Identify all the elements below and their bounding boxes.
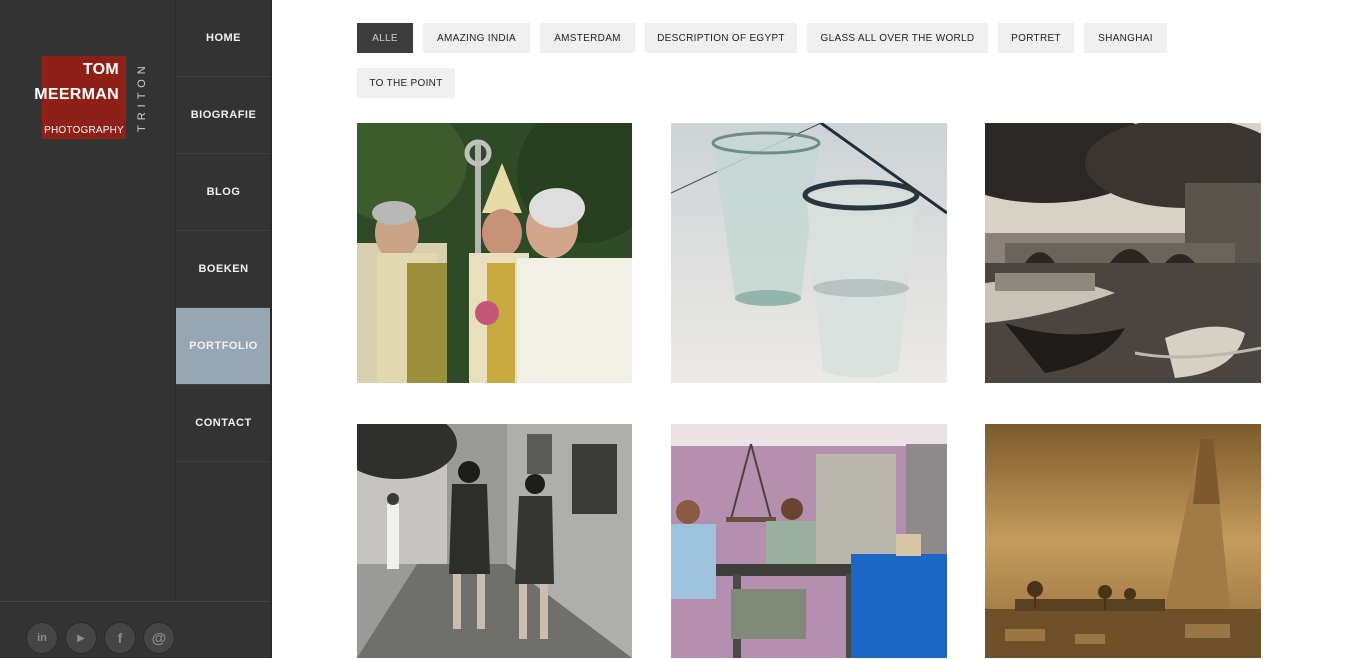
filter-amazing-india[interactable]: AMAZING INDIA (423, 23, 530, 53)
social-links: in ▶ f @ (0, 601, 270, 659)
logo-name-last: MEERMAN (34, 86, 119, 103)
gallery-photo-water-glasses[interactable] (671, 123, 947, 383)
photo-shanghai-street (357, 424, 632, 658)
logo-area: TOM MEERMAN PHOTOGRAPHY TRITON (0, 0, 175, 600)
nav-item-home[interactable]: HOME (176, 0, 271, 77)
photo-amsterdam-canal (985, 123, 1261, 383)
main-nav: HOME BIOGRAFIE BLOG BOEKEN PORTFOLIO CON… (175, 0, 271, 600)
facebook-glyph: f (117, 630, 123, 646)
youtube-icon[interactable]: ▶ (65, 622, 97, 654)
filter-portret[interactable]: PORTRET (998, 23, 1074, 53)
photo-egypt-ruins (985, 424, 1261, 658)
filter-shanghai[interactable]: SHANGHAI (1084, 23, 1167, 53)
photo-bishop-procession (357, 123, 632, 383)
nav-item-contact[interactable]: CONTACT (176, 385, 271, 462)
gallery-photo-bishop-procession[interactable] (357, 123, 632, 383)
filter-alle[interactable]: ALLE (357, 23, 413, 53)
sidebar: TOM MEERMAN PHOTOGRAPHY TRITON HOME BIOG… (0, 0, 271, 659)
logo-vertical-text: TRITON (136, 61, 148, 133)
linkedin-glyph: in (37, 632, 47, 644)
email-icon[interactable]: @ (143, 622, 175, 654)
filter-to-the-point[interactable]: TO THE POINT (357, 68, 455, 98)
nav-item-portfolio[interactable]: PORTFOLIO (176, 308, 271, 385)
gallery-photo-shanghai-street[interactable] (357, 424, 632, 658)
photo-men-at-table (671, 424, 947, 658)
facebook-icon[interactable]: f (104, 622, 136, 654)
nav-item-biografie[interactable]: BIOGRAFIE (176, 77, 271, 154)
gallery-photo-men-at-table[interactable] (671, 424, 947, 658)
logo-name-first: TOM (82, 61, 119, 78)
email-glyph: @ (151, 629, 167, 647)
logo-tagline: PHOTOGRAPHY (44, 125, 124, 136)
gallery-photo-amsterdam-canal[interactable] (985, 123, 1261, 383)
sidebar-divider (270, 0, 272, 658)
nav-item-blog[interactable]: BLOG (176, 154, 271, 231)
filter-glass-all-over-the-world[interactable]: GLASS ALL OVER THE WORLD (807, 23, 988, 53)
filter-amsterdam[interactable]: AMSTERDAM (540, 23, 635, 53)
nav-item-boeken[interactable]: BOEKEN (176, 231, 271, 308)
youtube-glyph: ▶ (77, 632, 85, 644)
gallery-photo-egypt-ruins[interactable] (985, 424, 1261, 658)
photo-water-glasses (671, 123, 947, 383)
linkedin-icon[interactable]: in (26, 622, 58, 654)
logo[interactable]: TOM MEERMAN PHOTOGRAPHY (34, 56, 126, 139)
filter-description-of-egypt[interactable]: DESCRIPTION OF EGYPT (645, 23, 797, 53)
